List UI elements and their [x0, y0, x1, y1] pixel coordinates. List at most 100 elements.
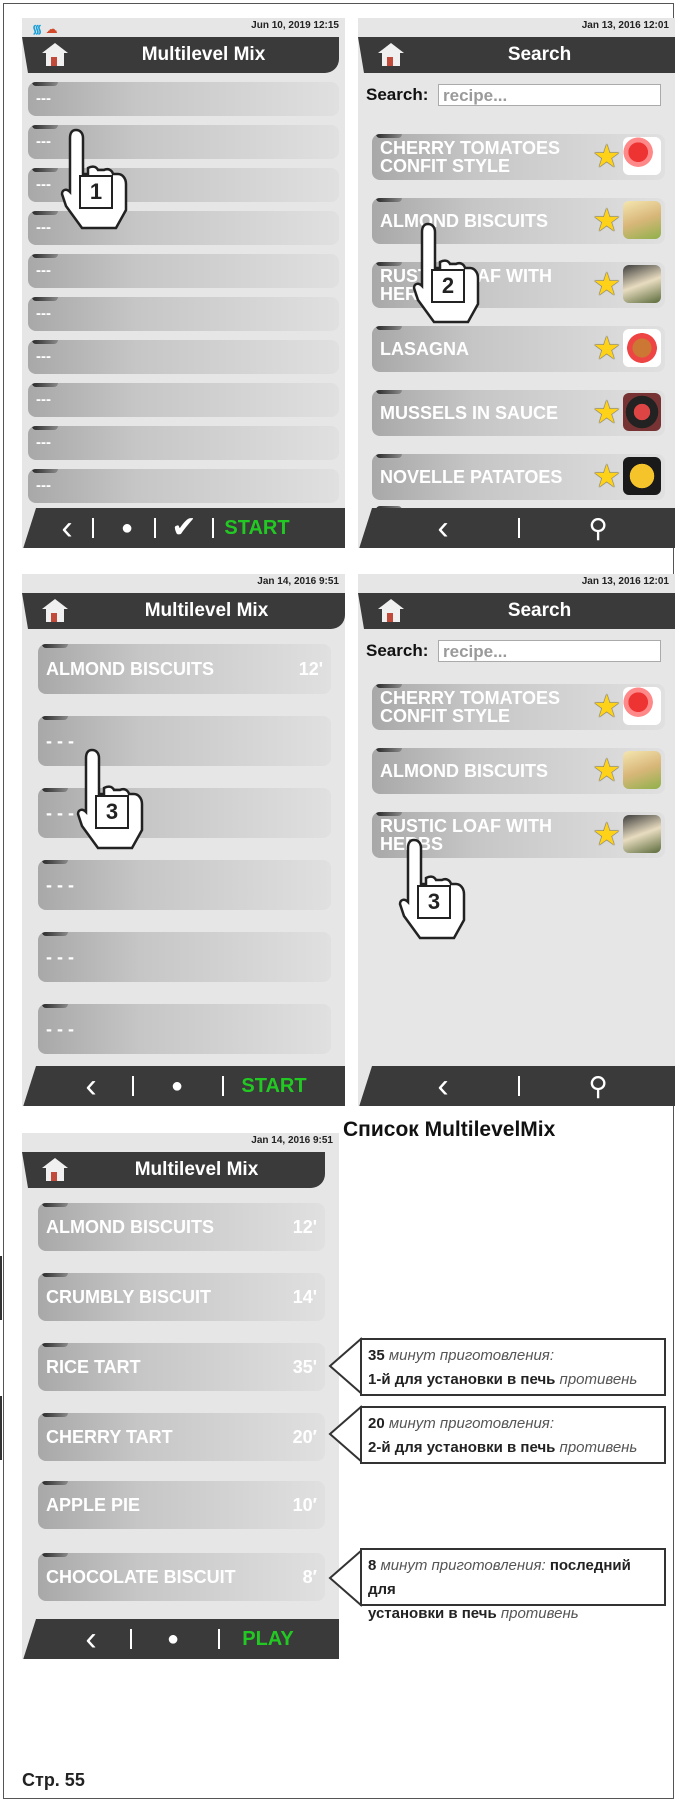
back-icon[interactable]: ‹	[428, 508, 458, 548]
footer-bar: ‹ ⚲	[358, 508, 675, 548]
home-icon[interactable]	[42, 599, 68, 623]
start-button[interactable]: START	[234, 1066, 314, 1106]
checkmark-icon[interactable]: ✔	[164, 508, 204, 548]
favorite-star-icon[interactable]: ★	[592, 818, 621, 850]
lightbulb-icon[interactable]: ●	[162, 1066, 192, 1106]
separator	[518, 518, 520, 538]
back-icon[interactable]: ‹	[52, 508, 82, 548]
screen-multilevel-empty: ᯾ ☁ Jun 10, 2019 12:15 Multilevel Mix --…	[22, 18, 345, 548]
screen-search: Jan 13, 2016 12:01 Search Search: recipe…	[358, 18, 675, 548]
recipe-row[interactable]: LASAGNA ★	[372, 326, 665, 372]
recipe-thumbnail	[623, 201, 661, 239]
level-slot[interactable]: ---	[28, 469, 339, 503]
level-slot[interactable]: CHOCOLATE BISCUIT 8′	[38, 1553, 325, 1601]
separator	[130, 1629, 132, 1649]
footer-bar: ‹ ● ✔ START	[22, 508, 345, 548]
level-slot[interactable]: CRUMBLY BISCUIT 14'	[38, 1273, 325, 1321]
pointing-hand-icon: 3	[396, 838, 468, 947]
footer-bar: ‹ ● START	[22, 1066, 345, 1106]
home-icon[interactable]	[42, 43, 68, 67]
pointing-hand-icon: 2	[410, 222, 482, 331]
screen-title: Multilevel Mix	[141, 44, 266, 65]
callout-level-last: 8 минут приготовления: последний для уст…	[360, 1548, 666, 1622]
level-slot[interactable]: ---	[28, 383, 339, 417]
favorite-star-icon[interactable]: ★	[592, 332, 621, 364]
step-number: 2	[441, 273, 455, 298]
level-slot[interactable]: RICE TART 35'	[38, 1343, 325, 1391]
separator	[222, 1076, 224, 1096]
date-time: Jun 10, 2019 12:15	[251, 20, 339, 31]
separator	[212, 518, 214, 538]
step-number: 3	[105, 799, 119, 824]
lightbulb-icon[interactable]: ●	[158, 1619, 188, 1659]
separator	[132, 1076, 134, 1096]
level-slot[interactable]: ---	[28, 297, 339, 331]
recipe-thumbnail	[623, 393, 661, 431]
back-icon[interactable]: ‹	[76, 1066, 106, 1106]
favorite-star-icon[interactable]: ★	[592, 140, 621, 172]
header-bar: Multilevel Mix	[22, 1152, 325, 1188]
date-time: Jan 13, 2016 12:01	[581, 576, 669, 587]
recipe-row[interactable]: CHERRY TOMATOES CONFIT STYLE ★	[372, 134, 665, 180]
level-slot[interactable]: ---	[28, 340, 339, 374]
level-slot[interactable]: - - -	[38, 932, 331, 982]
recipe-thumbnail	[623, 457, 661, 495]
separator	[154, 518, 156, 538]
level-slot[interactable]: CHERRY TART 20′	[38, 1413, 325, 1461]
screen-title: Search	[507, 44, 572, 65]
level-slot[interactable]: ---	[28, 254, 339, 288]
header-bar: Multilevel Mix	[22, 37, 339, 73]
level-slot[interactable]: ALMOND BISCUITS 12'	[38, 644, 331, 694]
level-slot[interactable]: - - -	[38, 1004, 331, 1054]
search-bar: Search: recipe...	[358, 82, 675, 108]
separator	[92, 518, 94, 538]
section-title: Список MultilevelMix	[343, 1118, 556, 1141]
play-button[interactable]: PLAY	[230, 1619, 306, 1659]
favorite-star-icon[interactable]: ★	[592, 268, 621, 300]
screen-title: Multilevel Mix	[134, 1159, 259, 1180]
recipe-thumbnail	[623, 687, 661, 725]
home-icon[interactable]	[378, 43, 404, 67]
separator	[518, 1076, 520, 1096]
date-time: Jan 14, 2016 9:51	[257, 576, 339, 587]
back-icon[interactable]: ‹	[76, 1619, 106, 1659]
page-number: Стр. 55	[22, 1770, 85, 1790]
start-button[interactable]: START	[220, 508, 294, 548]
level-slot[interactable]: ---	[28, 426, 339, 460]
search-input[interactable]: recipe...	[438, 84, 661, 106]
lightbulb-icon[interactable]: ●	[112, 508, 142, 548]
pointing-hand-icon: 1	[58, 128, 130, 237]
header-bar: Multilevel Mix	[22, 593, 345, 629]
callout-level-2: 20 минут приготовления: 2-й для установк…	[360, 1406, 666, 1464]
home-icon[interactable]	[42, 1158, 68, 1182]
search-icon[interactable]: ⚲	[578, 508, 618, 548]
home-icon[interactable]	[378, 599, 404, 623]
level-slot[interactable]: APPLE PIE 10′	[38, 1481, 325, 1529]
level-slot[interactable]: - - -	[38, 860, 331, 910]
footer-bar: ‹ ⚲	[358, 1066, 675, 1106]
header-bar: Search	[358, 593, 675, 629]
favorite-star-icon[interactable]: ★	[592, 690, 621, 722]
screen-title: Multilevel Mix	[144, 600, 269, 621]
level-slot[interactable]: ALMOND BISCUITS 12'	[38, 1203, 325, 1251]
recipe-thumbnail	[623, 137, 661, 175]
favorite-star-icon[interactable]: ★	[592, 204, 621, 236]
search-label: Search:	[366, 641, 429, 660]
callout-level-1: 35 минут приготовления: 1-й для установк…	[360, 1338, 666, 1396]
screen-multilevel-one: Jan 14, 2016 9:51 Multilevel Mix ALMOND …	[22, 574, 345, 1106]
recipe-row[interactable]: NOVELLE PATATOES ★	[372, 454, 665, 500]
search-icon[interactable]: ⚲	[578, 1066, 618, 1106]
margin-mark	[0, 1396, 2, 1460]
recipe-row[interactable]: MUSSELS IN SAUCE ★	[372, 390, 665, 436]
recipe-thumbnail	[623, 815, 661, 853]
recipe-row[interactable]: ALMOND BISCUITS ★	[372, 748, 665, 794]
search-input[interactable]: recipe...	[438, 640, 661, 662]
favorite-star-icon[interactable]: ★	[592, 754, 621, 786]
favorite-star-icon[interactable]: ★	[592, 396, 621, 428]
favorite-star-icon[interactable]: ★	[592, 460, 621, 492]
cloud-icon: ☁	[45, 22, 58, 36]
back-icon[interactable]: ‹	[428, 1066, 458, 1106]
level-slot[interactable]: ---	[28, 82, 339, 116]
recipe-row[interactable]: CHERRY TOMATOES CONFIT STYLE ★	[372, 684, 665, 730]
screen-multilevel-full: Jan 14, 2016 9:51 Multilevel Mix ALMOND …	[22, 1133, 339, 1659]
